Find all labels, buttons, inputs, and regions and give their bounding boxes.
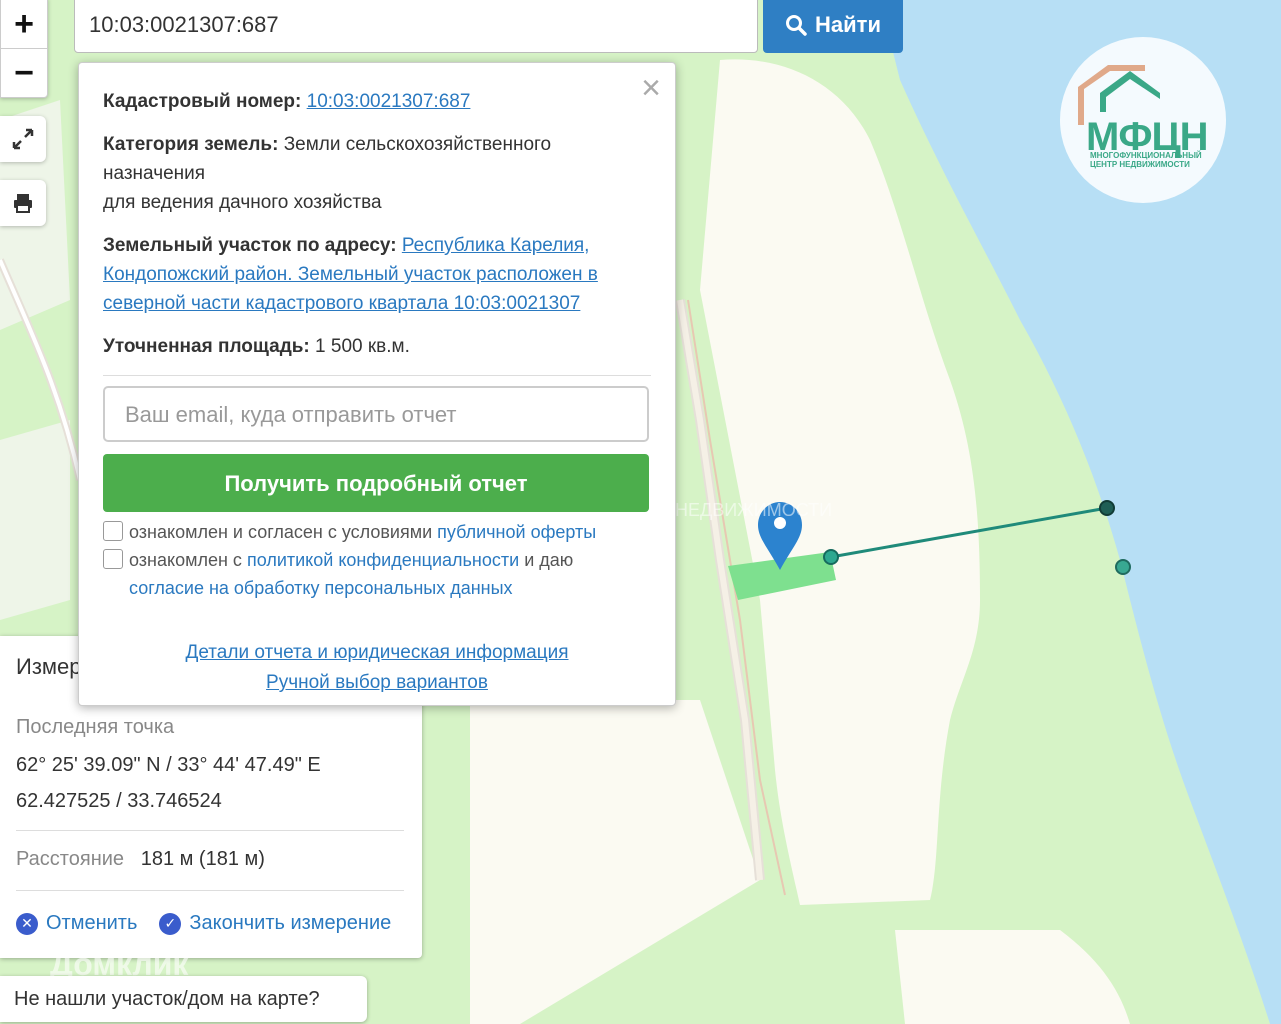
offer-consent-text: ознакомлен и согласен с условиями публич… [129, 522, 597, 542]
area-row: Уточненная площадь: 1 500 кв.м. [103, 332, 651, 361]
personal-data-consent-link[interactable]: согласие на обработку персональных данны… [129, 578, 513, 598]
printer-icon [14, 194, 32, 213]
finish-measure-button[interactable]: ✓ Закончить измерение [159, 912, 391, 935]
address-label: Земельный участок по адресу: [103, 235, 397, 256]
divider [103, 375, 651, 376]
zoom-in-button[interactable]: + [1, 0, 47, 48]
not-found-button[interactable]: Не нашли участок/дом на карте? [0, 976, 367, 1022]
get-report-label: Получить подробный отчет [224, 470, 528, 496]
close-circle-icon: ✕ [16, 912, 38, 935]
offer-checkbox[interactable] [103, 521, 123, 541]
measure-ghost-point [1115, 559, 1131, 575]
measure-start-point [823, 549, 839, 565]
cadastral-number-link[interactable]: 10:03:0021307:687 [307, 91, 471, 112]
category-label: Категория земель: [103, 134, 279, 155]
area-label: Уточненная площадь: [103, 336, 310, 357]
fullscreen-button[interactable] [0, 116, 46, 162]
measure-actions: ✕ Отменить ✓ Закончить измерение [16, 912, 391, 935]
search-input-value: 10:03:0021307:687 [89, 11, 279, 37]
parcel-info-popup: × Кадастровый номер: 10:03:0021307:687 К… [78, 62, 676, 706]
cancel-label: Отменить [46, 912, 138, 934]
popup-links: Детали отчета и юридическая информация Р… [103, 638, 651, 698]
divider [16, 890, 404, 891]
print-button[interactable] [0, 180, 46, 226]
finish-label: Закончить измерение [189, 912, 392, 934]
zoom-out-button[interactable]: − [1, 48, 47, 97]
last-point-label: Последняя точка [16, 716, 175, 738]
search-icon [786, 14, 807, 36]
report-details-link[interactable]: Детали отчета и юридическая информация [103, 638, 651, 668]
not-found-label: Не нашли участок/дом на карте? [14, 987, 320, 1010]
land-category-row: Категория земель: Земли сельскохозяйстве… [103, 130, 651, 217]
search-button-label: Найти [815, 11, 881, 37]
expand-icon [12, 128, 34, 150]
coords-dms: 62° 25' 39.09" N / 33° 44' 47.49" E [16, 754, 321, 776]
privacy-checkbox[interactable] [103, 549, 123, 569]
email-field[interactable]: Ваш email, куда отправить отчет [103, 386, 649, 442]
public-offer-link[interactable]: публичной оферты [437, 522, 596, 542]
email-placeholder: Ваш email, куда отправить отчет [125, 401, 457, 427]
distance-label: Расстояние [16, 848, 125, 870]
divider [16, 830, 404, 831]
offer-consent-row: ознакомлен и согласен с условиями публич… [103, 518, 651, 546]
measure-title: Измер [16, 654, 82, 679]
zoom-control: + − [0, 0, 48, 98]
get-report-button[interactable]: Получить подробный отчет [103, 454, 649, 512]
coords-decimal: 62.427525 / 33.746524 [16, 790, 222, 812]
search-button[interactable]: Найти [763, 0, 903, 53]
distance-value: 181 м (181 м) [140, 848, 265, 870]
mfcn-logo: МФЦН МНОГОФУНКЦИОНАЛЬНЫЙ ЦЕНТР НЕДВИЖИМО… [1060, 37, 1226, 203]
address-row: Земельный участок по адресу: Республика … [103, 231, 651, 318]
check-circle-icon: ✓ [159, 912, 182, 935]
privacy-consent-row: ознакомлен с политикой конфиденциальност… [103, 546, 651, 602]
category-value-usage: для ведения дачного хозяйства [103, 192, 382, 213]
distance-row: Расстояние 181 м (181 м) [16, 848, 265, 871]
area-value: 1 500 кв.м. [315, 336, 410, 357]
logo-subtitle: МНОГОФУНКЦИОНАЛЬНЫЙ ЦЕНТР НЕДВИЖИМОСТИ [1090, 151, 1202, 169]
privacy-policy-link[interactable]: политикой конфиденциальности [247, 550, 519, 570]
cancel-measure-button[interactable]: ✕ Отменить [16, 912, 137, 935]
cadastral-number-row: Кадастровый номер: 10:03:0021307:687 [103, 87, 651, 116]
measure-end-point [1099, 500, 1115, 516]
search-input[interactable]: 10:03:0021307:687 [74, 0, 758, 53]
cadastral-label: Кадастровый номер: [103, 91, 302, 112]
manual-selection-link[interactable]: Ручной выбор вариантов [103, 668, 651, 698]
close-popup-button[interactable]: × [641, 71, 661, 105]
privacy-consent-text: ознакомлен с политикой конфиденциальност… [129, 550, 574, 598]
